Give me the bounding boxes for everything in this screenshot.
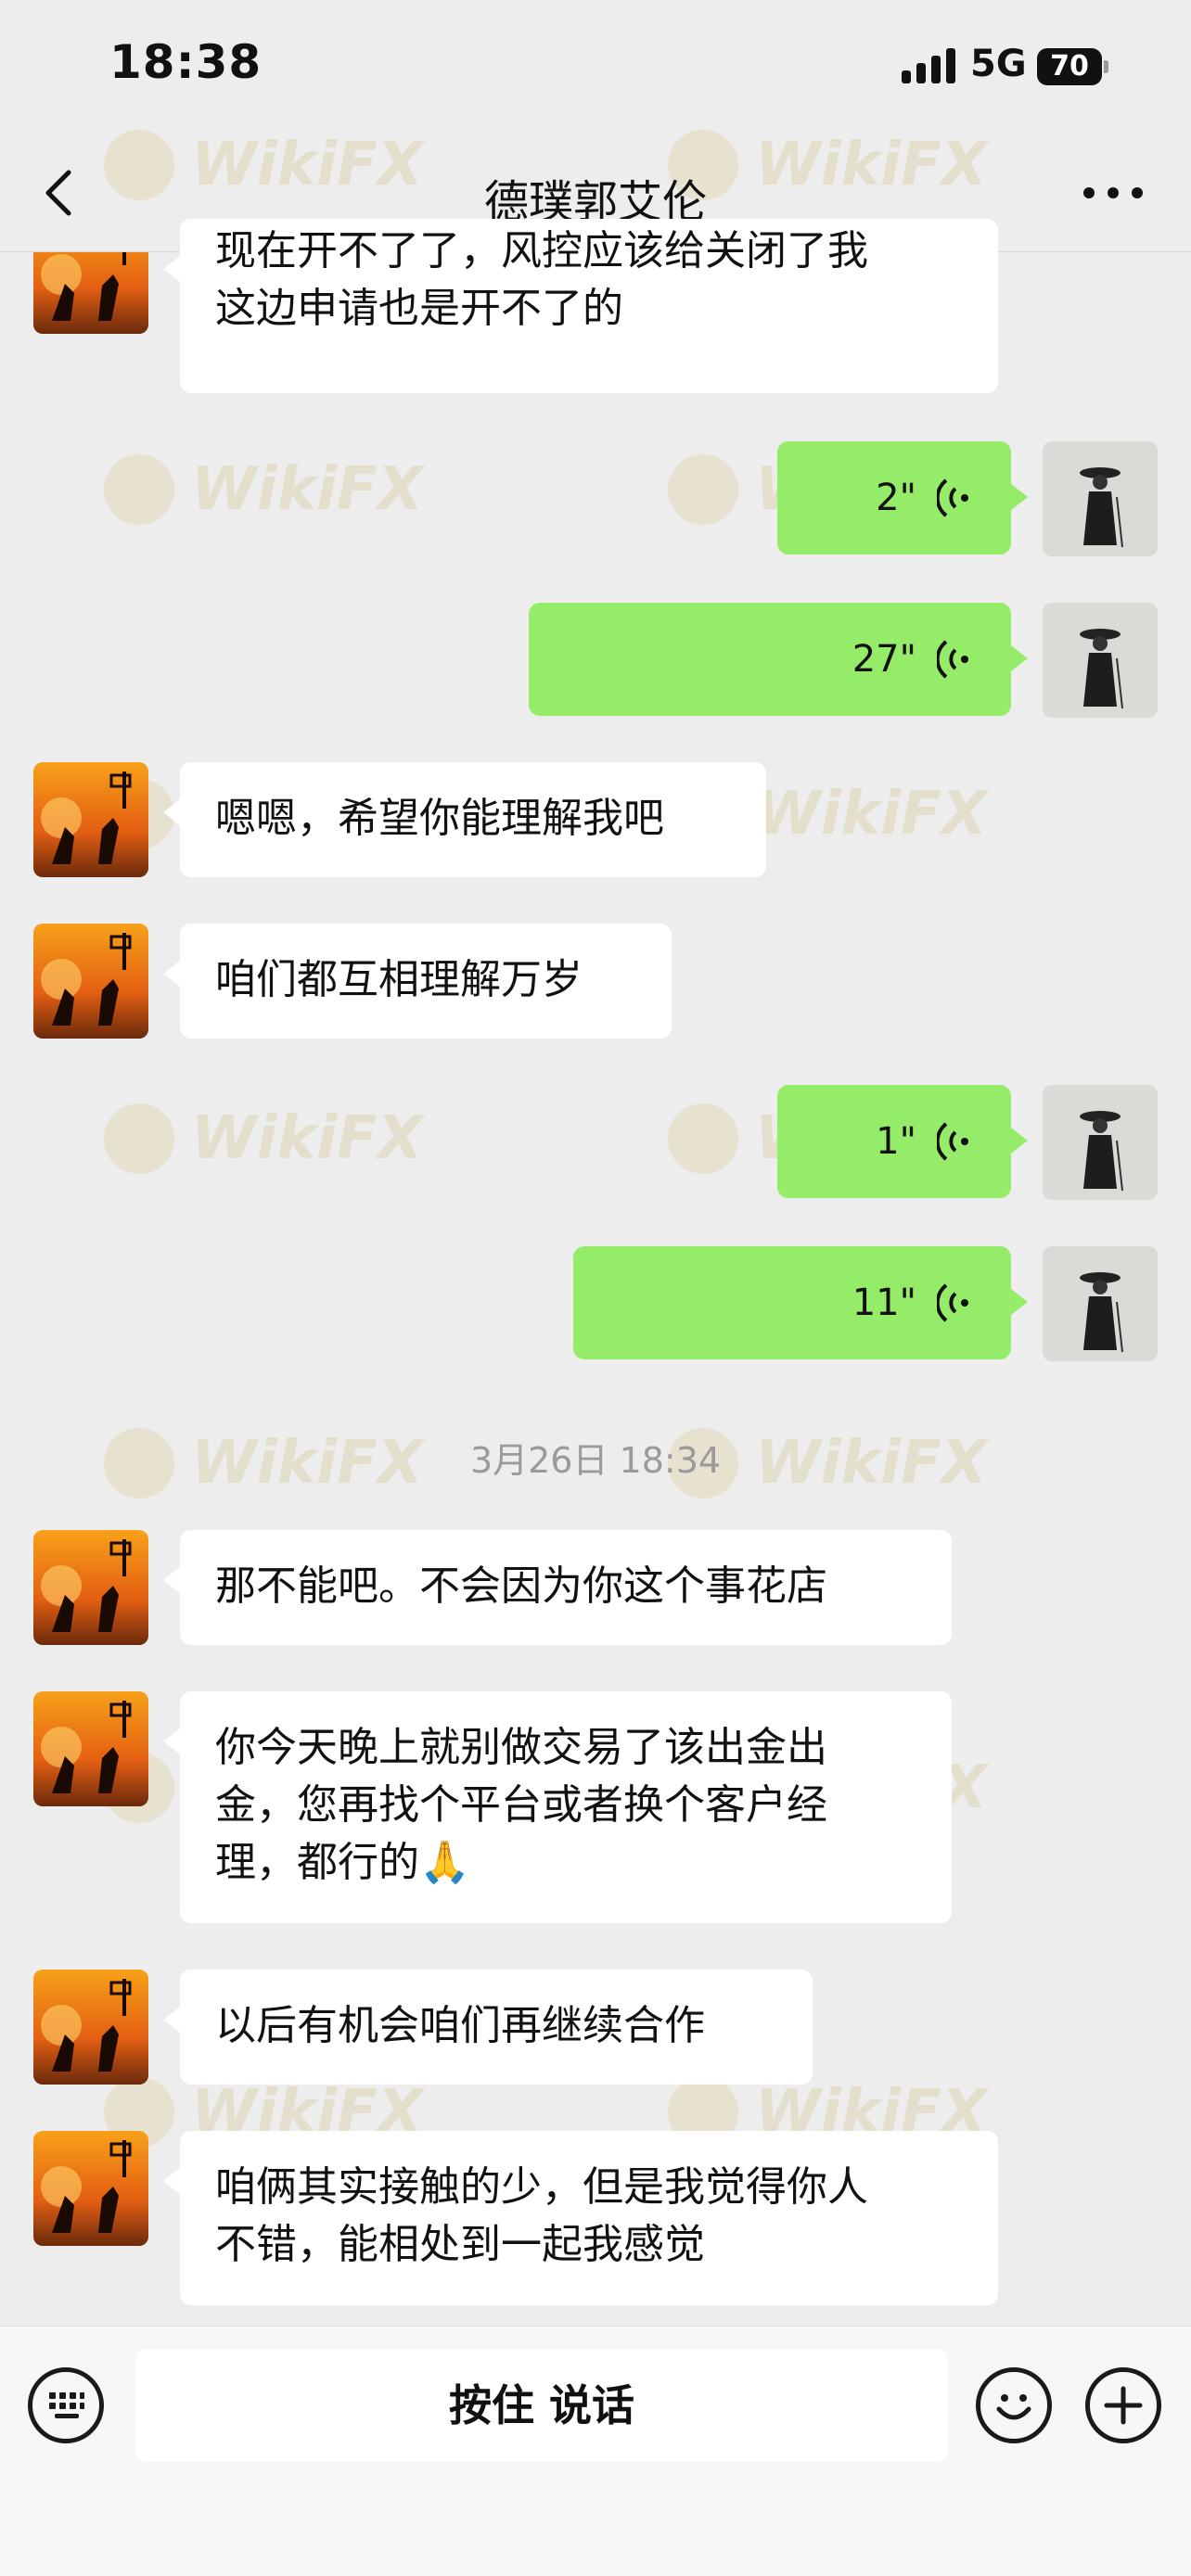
message-bubble-incoming[interactable]: 以后有机会咱们再继续合作 — [163, 1970, 813, 2085]
message-text-line: 理，都行的🙏 — [215, 1839, 470, 1886]
plus-icon — [1104, 2386, 1143, 2425]
watermark: WikiFX — [104, 1103, 423, 1174]
contact-avatar[interactable] — [33, 2131, 148, 2246]
message-text-line: 现在开不了了，风控应该给关闭了我 — [215, 227, 868, 274]
more-dots-icon — [1083, 187, 1143, 198]
message-text-line: 咱们都互相理解万岁 — [215, 956, 583, 1003]
voice-wave-icon — [937, 640, 968, 679]
voice-message-outgoing[interactable]: 11" — [573, 1246, 1028, 1359]
message-bubble-incoming[interactable]: 你今天晚上就别做交易了该出金出 金，您再找个平台或者换个客户经 理，都行的🙏 — [163, 1691, 952, 1923]
voice-wave-icon — [937, 478, 968, 517]
message-text-line: 这边申请也是开不了的 — [215, 285, 623, 332]
my-avatar[interactable] — [1043, 441, 1158, 556]
contact-avatar[interactable] — [33, 762, 148, 877]
message-bubble-incoming[interactable]: 咱们都互相理解万岁 — [163, 924, 672, 1039]
my-avatar[interactable] — [1043, 603, 1158, 718]
message-bubble-incoming[interactable]: 咱俩其实接触的少，但是我觉得你人 不错，能相处到一起我感觉 — [163, 2131, 998, 2305]
network-type: 5G — [970, 43, 1027, 85]
voice-wave-icon — [937, 1122, 968, 1161]
message-text-line: 金，您再找个平台或者换个客户经 — [215, 1781, 827, 1829]
emoji-icon — [996, 2394, 1031, 2420]
message-timestamp: 3月26日 18:34 — [469, 1440, 722, 1481]
contact-avatar[interactable] — [33, 1970, 148, 2085]
contact-avatar[interactable] — [33, 1691, 148, 1806]
battery-icon: 70 — [1037, 48, 1108, 85]
contact-avatar[interactable] — [33, 924, 148, 1039]
status-time: 18:38 — [109, 35, 263, 89]
message-bubble-incoming[interactable]: 那不能吧。不会因为你这个事花店 — [163, 1530, 952, 1645]
message-bubble-incoming[interactable]: 嗯嗯，希望你能理解我吧 — [163, 762, 766, 877]
voice-message-outgoing[interactable]: 1" — [777, 1085, 1028, 1198]
cellular-signal-icon — [902, 48, 955, 83]
voice-message-outgoing[interactable]: 2" — [777, 441, 1028, 555]
chat-screen: WikiFX WikiFX WikiFX WikiFX WikiFX WikiF… — [0, 0, 1191, 2576]
message-text-line: 不错，能相处到一起我感觉 — [215, 2221, 705, 2268]
voice-wave-icon — [937, 1283, 968, 1322]
battery-level: 70 — [1050, 50, 1089, 83]
voice-duration: 1" — [876, 1120, 916, 1163]
message-text-line: 你今天晚上就别做交易了该出金出 — [215, 1724, 827, 1771]
message-text-line: 咱俩其实接触的少，但是我觉得你人 — [215, 2163, 868, 2211]
keyboard-toggle-button[interactable] — [28, 2367, 104, 2443]
voice-message-outgoing[interactable]: 27" — [529, 603, 1028, 716]
status-bar: 18:38 5G 70 — [0, 0, 1191, 139]
message-text-line: 嗯嗯，希望你能理解我吧 — [215, 795, 664, 842]
hold-to-talk-button[interactable]: 按住 说话 — [135, 2349, 948, 2462]
message-bubble-incoming[interactable]: 现在开不了了，风控应该给关闭了我 这边申请也是开不了的 — [163, 219, 998, 393]
more-button[interactable] — [1076, 159, 1150, 226]
my-avatar[interactable] — [1043, 1246, 1158, 1361]
voice-duration: 2" — [876, 477, 916, 519]
emoji-button[interactable] — [976, 2367, 1052, 2443]
keyboard-icon — [49, 2392, 84, 2418]
message-text-line: 以后有机会咱们再继续合作 — [215, 2002, 705, 2049]
voice-duration: 27" — [852, 638, 916, 681]
voice-duration: 11" — [852, 1282, 916, 1324]
contact-avatar[interactable] — [33, 1530, 148, 1645]
watermark: WikiFX — [104, 454, 423, 525]
input-bar: 按住 说话 — [0, 2326, 1191, 2576]
my-avatar[interactable] — [1043, 1085, 1158, 1200]
message-text-line: 那不能吧。不会因为你这个事花店 — [215, 1562, 827, 1610]
more-functions-button[interactable] — [1085, 2367, 1161, 2443]
